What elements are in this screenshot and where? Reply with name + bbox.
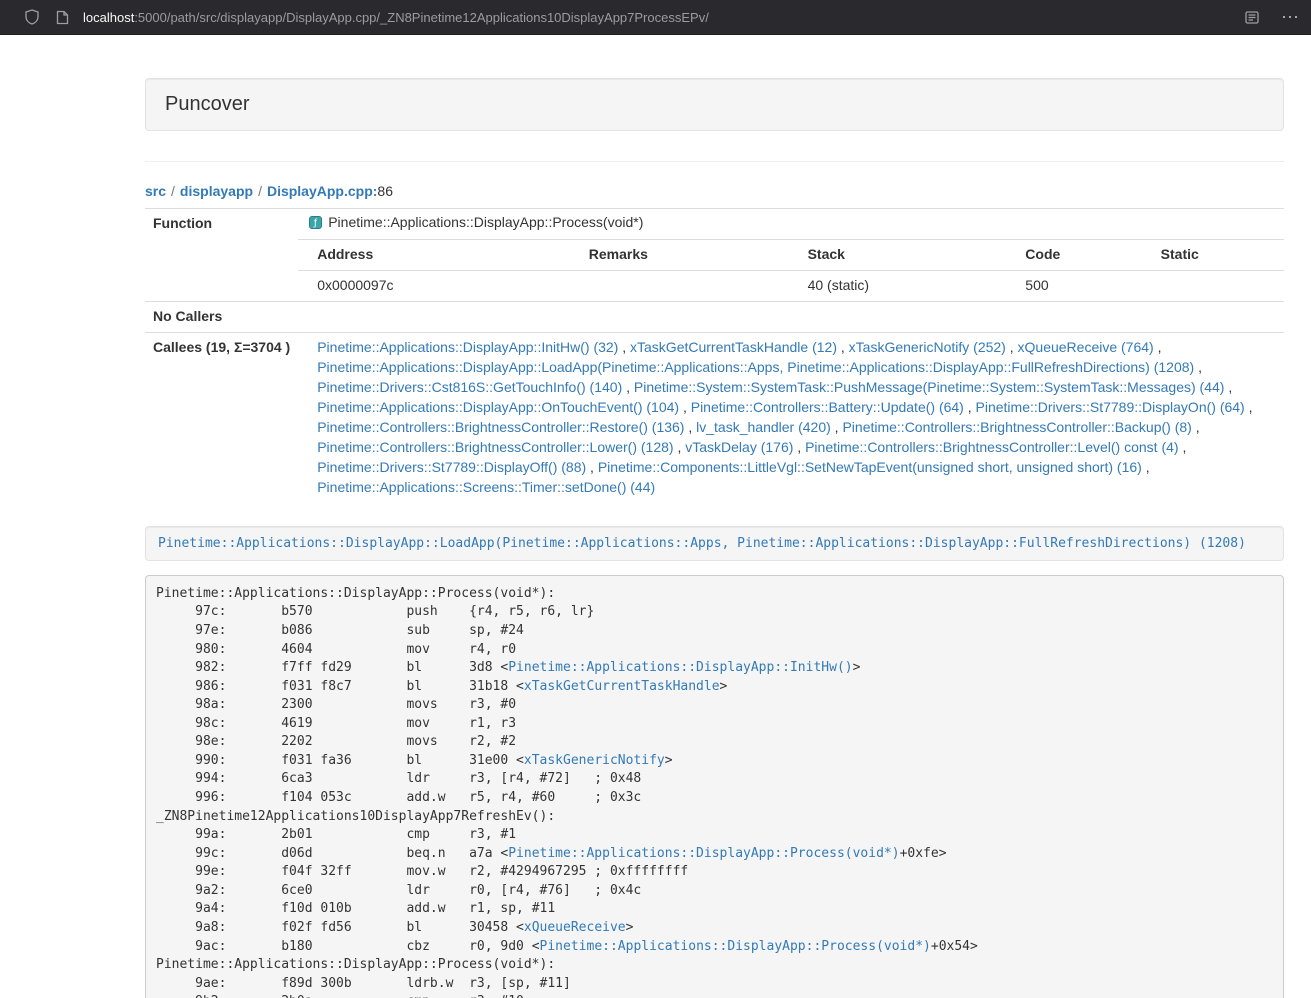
page-info-icon[interactable]: [56, 10, 69, 25]
callee-link[interactable]: Pinetime::Components::LittleVgl::SetNewT…: [598, 459, 1142, 475]
selected-callee-panel: Pinetime::Applications::DisplayApp::Load…: [145, 526, 1284, 561]
code-symbol-link[interactable]: Pinetime::Applications::DisplayApp::Proc…: [540, 939, 931, 954]
callee-link[interactable]: Pinetime::Drivers::Cst816S::GetTouchInfo…: [317, 379, 622, 395]
callee-separator: ,: [1192, 419, 1200, 435]
code-symbol-link[interactable]: Pinetime::Applications::DisplayApp::Init…: [508, 660, 852, 675]
callee-link[interactable]: Pinetime::Drivers::St7789::DisplayOff() …: [317, 459, 586, 475]
callee-separator: ,: [1179, 439, 1187, 455]
callee-link[interactable]: Pinetime::Controllers::BrightnessControl…: [805, 439, 1178, 455]
value-address: 0x0000097c: [298, 270, 570, 301]
function-name-cell: ƒ Pinetime::Applications::DisplayApp::Pr…: [298, 209, 1284, 240]
callee-separator: ,: [1245, 399, 1253, 415]
column-header-stack: Stack: [789, 239, 1007, 270]
function-icon: ƒ: [309, 215, 322, 235]
code-symbol-link[interactable]: xQueueReceive: [524, 920, 626, 935]
callee-separator: ,: [1006, 339, 1018, 355]
app-title: Puncover: [165, 93, 250, 115]
callee-link[interactable]: xTaskGenericNotify (252): [849, 339, 1006, 355]
breadcrumb: src / displayapp / DisplayApp.cpp:86: [145, 183, 1284, 199]
value-stack: 40 (static): [789, 270, 1007, 301]
column-header-remarks: Remarks: [570, 239, 789, 270]
breadcrumb-src-link[interactable]: src: [145, 183, 166, 199]
callees-row: Callees (19, Σ=3704 ) Pinetime::Applicat…: [145, 332, 1284, 502]
callee-separator: ,: [831, 419, 843, 435]
callee-link[interactable]: Pinetime::Controllers::BrightnessControl…: [317, 419, 684, 435]
callee-separator: ,: [1224, 379, 1232, 395]
selected-callee-link[interactable]: Pinetime::Applications::DisplayApp::Load…: [158, 536, 1246, 551]
callee-separator: ,: [1142, 459, 1150, 475]
callee-link[interactable]: Pinetime::System::SystemTask::PushMessag…: [634, 379, 1225, 395]
divider: [145, 161, 1284, 162]
callee-separator: ,: [679, 399, 691, 415]
callee-link[interactable]: Pinetime::Applications::DisplayApp::Init…: [317, 339, 618, 355]
function-name: Pinetime::Applications::DisplayApp::Proc…: [328, 214, 643, 230]
breadcrumb-displayapp-link[interactable]: displayapp: [180, 183, 253, 199]
callee-link[interactable]: xTaskGetCurrentTaskHandle (12): [630, 339, 837, 355]
breadcrumb-file-link[interactable]: DisplayApp.cpp:: [267, 183, 377, 199]
breadcrumb-line-number: 86: [377, 183, 393, 199]
reader-mode-icon[interactable]: [1245, 11, 1259, 24]
no-callers-label: No Callers: [145, 301, 298, 332]
callee-link[interactable]: Pinetime::Controllers::BrightnessControl…: [842, 419, 1191, 435]
main-content: Puncover src / displayapp / DisplayApp.cpp:8…: [145, 78, 1284, 998]
callee-separator: ,: [586, 459, 598, 475]
callee-separator: ,: [674, 439, 686, 455]
url-host: localhost: [83, 10, 134, 25]
callees-list: Pinetime::Applications::DisplayApp::Init…: [298, 332, 1284, 502]
callee-link[interactable]: Pinetime::Applications::Screens::Timer::…: [317, 479, 655, 495]
browser-toolbar: localhost:5000/path/src/displayapp/Displ…: [0, 0, 1311, 35]
metrics-values-row: 0x0000097c 40 (static) 500: [145, 270, 1284, 301]
column-header-static: Static: [1142, 239, 1284, 270]
callee-separator: ,: [837, 339, 849, 355]
no-callers-row: No Callers: [145, 301, 1284, 332]
callees-label: Callees (19, Σ=3704 ): [145, 332, 298, 502]
callee-link[interactable]: Pinetime::Applications::DisplayApp::Load…: [317, 359, 1194, 375]
value-static: [1142, 270, 1284, 301]
callee-separator: ,: [793, 439, 805, 455]
callee-link[interactable]: xQueueReceive (764): [1018, 339, 1154, 355]
url-bar[interactable]: localhost:5000/path/src/displayapp/Displ…: [83, 10, 1245, 25]
tracking-protection-shield-icon[interactable]: [24, 9, 40, 26]
assembly-code: Pinetime::Applications::DisplayApp::Proc…: [145, 575, 1284, 998]
code-symbol-link[interactable]: xTaskGenericNotify: [524, 753, 665, 768]
callee-separator: ,: [1154, 339, 1162, 355]
callee-link[interactable]: Pinetime::Applications::DisplayApp::OnTo…: [317, 399, 679, 415]
breadcrumb-separator: /: [171, 183, 175, 199]
app-title-panel: Puncover: [145, 78, 1284, 131]
callee-link[interactable]: Pinetime::Controllers::BrightnessControl…: [317, 439, 673, 455]
callee-separator: ,: [684, 419, 696, 435]
page-actions-icon[interactable]: ⋯: [1281, 8, 1299, 26]
function-row: Function ƒ Pinetime::Applications::Displ…: [145, 209, 1284, 240]
value-code: 500: [1006, 270, 1141, 301]
callee-link[interactable]: Pinetime::Controllers::Battery::Update()…: [691, 399, 964, 415]
no-callers-cell: [298, 301, 1284, 332]
callee-separator: ,: [1194, 359, 1202, 375]
callee-link[interactable]: lv_task_handler (420): [696, 419, 831, 435]
callee-link[interactable]: Pinetime::Drivers::St7789::DisplayOn() (…: [976, 399, 1245, 415]
column-header-address: Address: [298, 239, 570, 270]
callee-separator: ,: [964, 399, 976, 415]
function-row-label: Function: [145, 209, 298, 302]
breadcrumb-separator: /: [258, 183, 262, 199]
column-header-code: Code: [1006, 239, 1141, 270]
callee-separator: ,: [618, 339, 630, 355]
code-symbol-link[interactable]: Pinetime::Applications::DisplayApp::Proc…: [508, 846, 899, 861]
code-symbol-link[interactable]: xTaskGetCurrentTaskHandle: [524, 679, 720, 694]
url-path: :5000/path/src/displayapp/DisplayApp.cpp…: [134, 10, 709, 25]
value-remarks: [570, 270, 789, 301]
callee-separator: ,: [622, 379, 634, 395]
callee-link[interactable]: vTaskDelay (176): [685, 439, 793, 455]
metrics-header-row: Address Remarks Stack Code Static: [145, 239, 1284, 270]
symbol-table: Function ƒ Pinetime::Applications::Displ…: [145, 208, 1284, 503]
